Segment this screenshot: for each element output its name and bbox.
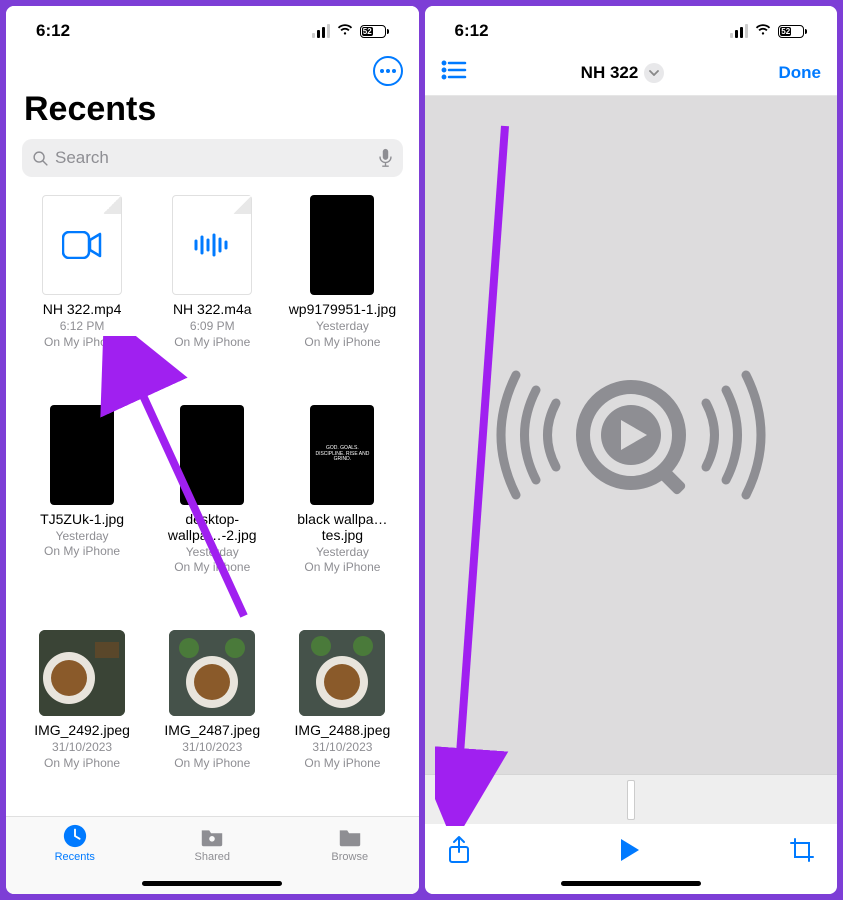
file-location: On My iPhone [44,335,120,351]
tab-label: Shared [195,851,230,863]
file-item[interactable]: IMG_2488.jpeg 31/10/2023 On My iPhone [280,630,404,816]
wifi-icon [754,22,772,41]
file-item[interactable]: NH 322.mp4 6:12 PM On My iPhone [20,195,144,395]
home-indicator[interactable] [561,881,701,886]
tab-label: Recents [55,851,95,863]
wifi-icon [336,22,354,41]
home-indicator[interactable] [142,881,282,886]
tab-shared[interactable]: Shared [144,823,282,876]
search-input[interactable] [55,148,378,168]
play-button[interactable] [619,837,641,868]
file-item[interactable]: TJ5ZUk-1.jpg Yesterday On My iPhone [20,405,144,621]
list-button[interactable] [441,60,467,85]
image-thumbnail [169,630,255,716]
file-name: TJ5ZUk-1.jpg [40,511,124,527]
tab-recents[interactable]: Recents [6,823,144,876]
image-thumbnail [310,195,374,295]
file-name: NH 322.mp4 [43,301,122,317]
battery-icon: 52 [360,25,389,38]
files-recents-screen: 6:12 52 Recents NH 322.mp4 6 [6,6,419,894]
done-button[interactable]: Done [778,63,821,83]
file-time: Yesterday [186,545,239,561]
top-actions [6,52,419,86]
audio-playback-icon [461,345,801,525]
status-time: 6:12 [36,21,70,41]
title-text: NH 322 [581,63,639,83]
image-thumbnail [39,630,125,716]
file-location: On My iPhone [174,756,250,772]
file-item[interactable]: GOD. GOALS. DISCIPLINE. RISE AND GRIND. … [280,405,404,621]
thumbnail-scrubber[interactable] [425,774,838,824]
media-preview-screen: 6:12 52 NH 322 Done [425,6,838,894]
image-thumbnail: GOD. GOALS. DISCIPLINE. RISE AND GRIND. [310,405,374,505]
file-location: On My iPhone [174,335,250,351]
file-item[interactable]: desktop-wallpa…-2.jpg Yesterday On My iP… [150,405,274,621]
battery-icon: 52 [778,25,807,38]
status-bar: 6:12 52 [425,6,838,52]
scrubber-handle[interactable] [627,780,635,820]
nav-title[interactable]: NH 322 [581,63,665,83]
media-display [425,96,838,774]
file-item[interactable]: NH 322.m4a 6:09 PM On My iPhone [150,195,274,395]
status-time: 6:12 [455,21,489,41]
file-item[interactable]: wp9179951-1.jpg Yesterday On My iPhone [280,195,404,395]
file-location: On My iPhone [44,544,120,560]
files-grid: NH 322.mp4 6:12 PM On My iPhone NH 322.m… [6,177,419,816]
image-thumbnail [180,405,244,505]
file-name: desktop-wallpa…-2.jpg [157,511,267,543]
status-bar: 6:12 52 [6,6,419,52]
clock-icon [61,823,89,849]
cellular-signal-icon [312,24,330,38]
cellular-signal-icon [730,24,748,38]
mic-icon[interactable] [378,148,393,168]
share-icon [447,835,471,865]
file-name: NH 322.m4a [173,301,252,317]
tab-browse[interactable]: Browse [281,823,419,876]
file-name: IMG_2487.jpeg [164,722,260,738]
file-name: wp9179951-1.jpg [289,301,396,317]
file-location: On My iPhone [304,756,380,772]
file-time: 31/10/2023 [52,740,112,756]
status-icons: 52 [730,22,807,41]
image-thumbnail [50,405,114,505]
image-thumbnail [299,630,385,716]
file-time: 31/10/2023 [312,740,372,756]
tab-label: Browse [331,851,368,863]
crop-button[interactable] [789,837,815,868]
nav-bar: NH 322 Done [425,52,838,96]
search-bar[interactable] [22,139,403,177]
audio-file-icon [172,195,252,295]
folder-icon [336,823,364,849]
file-location: On My iPhone [304,560,380,576]
file-time: Yesterday [316,319,369,335]
file-item[interactable]: IMG_2487.jpeg 31/10/2023 On My iPhone [150,630,274,816]
file-time: 6:09 PM [190,319,235,335]
file-time: Yesterday [56,529,109,545]
crop-icon [789,837,815,863]
status-icons: 52 [312,22,389,41]
share-button[interactable] [447,835,471,870]
ellipsis-icon [380,69,396,73]
file-name: black wallpa…tes.jpg [287,511,397,543]
search-icon [32,150,49,167]
file-location: On My iPhone [304,335,380,351]
file-name: IMG_2488.jpeg [295,722,391,738]
play-icon [619,837,641,863]
shared-folder-icon [198,823,226,849]
file-time: 31/10/2023 [182,740,242,756]
file-location: On My iPhone [174,560,250,576]
file-time: Yesterday [316,545,369,561]
more-options-button[interactable] [373,56,403,86]
file-time: 6:12 PM [60,319,105,335]
file-item[interactable]: IMG_2492.jpeg 31/10/2023 On My iPhone [20,630,144,816]
file-location: On My iPhone [44,756,120,772]
file-name: IMG_2492.jpeg [34,722,130,738]
video-file-icon [42,195,122,295]
page-title: Recents [6,86,419,139]
chevron-down-icon [644,63,664,83]
